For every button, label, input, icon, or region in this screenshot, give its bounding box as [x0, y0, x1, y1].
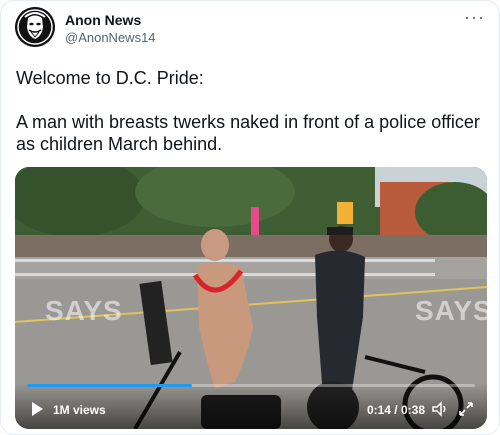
author-display-name[interactable]: Anon News — [65, 12, 141, 28]
video-player[interactable]: SAYS SAYS 1M views 0:14 / 0:38 — [15, 167, 487, 429]
fullscreen-icon[interactable] — [457, 400, 475, 418]
author-avatar[interactable] — [15, 7, 55, 47]
play-icon[interactable] — [29, 401, 45, 417]
video-progress-fill — [27, 384, 193, 387]
video-timestamp: 0:14 / 0:38 — [366, 403, 425, 417]
tweet-card: Anon News @AnonNews14 ··· Welcome to D.C… — [0, 0, 500, 435]
view-count: 1M views — [53, 403, 106, 417]
author-handle[interactable]: @AnonNews14 — [65, 30, 156, 45]
more-options-icon[interactable]: ··· — [464, 7, 485, 28]
anonymous-mask-icon — [15, 7, 55, 47]
video-progress-bar[interactable] — [27, 384, 475, 387]
tweet-text: Welcome to D.C. Pride: A man with breast… — [16, 68, 480, 154]
volume-icon[interactable] — [431, 400, 449, 418]
video-controls: 1M views 0:14 / 0:38 — [15, 383, 487, 429]
video-watermark: SAYS — [45, 295, 123, 326]
video-watermark: SAYS — [415, 295, 487, 326]
